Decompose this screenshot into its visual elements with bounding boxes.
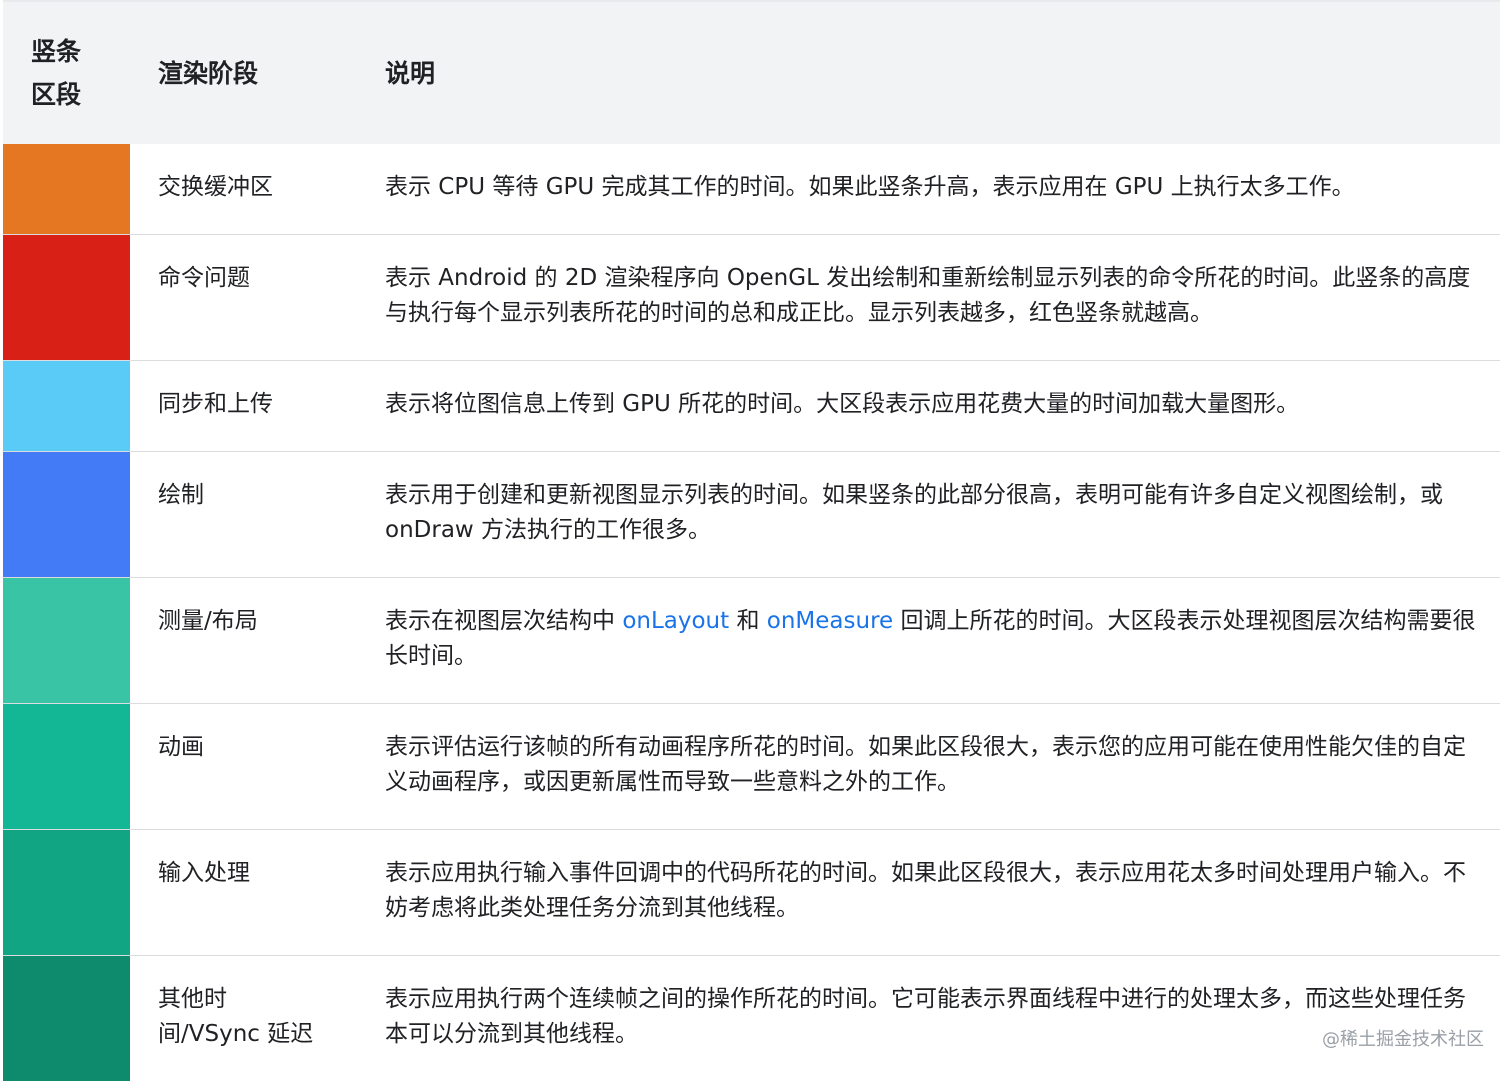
color-swatch — [3, 452, 130, 577]
watermark: @稀土掘金技术社区 — [1322, 1029, 1484, 1050]
stage-description: 表示在视图层次结构中 onLayout 和 onMeasure 回调上所花的时间… — [383, 578, 1500, 703]
stage-description: 表示将位图信息上传到 GPU 所花的时间。大区段表示应用花费大量的时间加载大量图… — [385, 391, 1300, 417]
color-swatch — [3, 830, 130, 955]
color-swatch — [3, 361, 130, 451]
stage-name: 同步和上传 — [158, 391, 273, 417]
stage-name-line1: 其他时 — [158, 986, 227, 1012]
stage-description: 表示应用执行输入事件回调中的代码所花的时间。如果此区段很大，表示应用花太多时间处… — [385, 860, 1466, 921]
table-row: 动画 表示评估运行该帧的所有动画程序所花的时间。如果此区段很大，表示您的应用可能… — [3, 704, 1500, 830]
header-bar-segment-line1: 竖条 — [31, 37, 82, 66]
header-bar-segment: 竖条 区段 — [3, 2, 130, 144]
stage-name: 其他时 间/VSync 延迟 — [130, 956, 383, 1081]
color-swatch — [3, 235, 130, 360]
table-row: 测量/布局 表示在视图层次结构中 onLayout 和 onMeasure 回调… — [3, 578, 1500, 704]
table-row: 其他时 间/VSync 延迟 表示应用执行两个连续帧之间的操作所花的时间。它可能… — [3, 956, 1500, 1081]
table-row: 同步和上传 表示将位图信息上传到 GPU 所花的时间。大区段表示应用花费大量的时… — [3, 361, 1500, 452]
color-swatch — [3, 956, 130, 1081]
stage-name: 测量/布局 — [158, 608, 258, 634]
desc-text-pre: 表示在视图层次结构中 — [385, 608, 623, 634]
table-row: 命令问题 表示 Android 的 2D 渲染程序向 OpenGL 发出绘制和重… — [3, 235, 1500, 361]
stage-description: 表示用于创建和更新视图显示列表的时间。如果竖条的此部分很高，表明可能有许多自定义… — [385, 482, 1443, 543]
onmeasure-link[interactable]: onMeasure — [767, 608, 893, 634]
table-row: 输入处理 表示应用执行输入事件回调中的代码所花的时间。如果此区段很大，表示应用花… — [3, 830, 1500, 956]
stage-name: 动画 — [158, 734, 204, 760]
color-swatch — [3, 144, 130, 234]
table-row: 交换缓冲区 表示 CPU 等待 GPU 完成其工作的时间。如果此竖条升高，表示应… — [3, 144, 1500, 235]
stage-description: 表示应用执行两个连续帧之间的操作所花的时间。它可能表示界面线程中进行的处理太多，… — [385, 986, 1466, 1047]
stage-name: 交换缓冲区 — [158, 174, 273, 200]
table-row: 绘制 表示用于创建和更新视图显示列表的时间。如果竖条的此部分很高，表明可能有许多… — [3, 452, 1500, 578]
table-header: 竖条 区段 渲染阶段 说明 — [3, 2, 1500, 144]
stage-description: 表示评估运行该帧的所有动画程序所花的时间。如果此区段很大，表示您的应用可能在使用… — [385, 734, 1466, 795]
desc-text-mid: 和 — [729, 608, 767, 634]
onlayout-link[interactable]: onLayout — [622, 608, 729, 634]
stage-name: 绘制 — [158, 482, 204, 508]
color-swatch — [3, 578, 130, 703]
header-render-stage: 渲染阶段 — [158, 58, 259, 88]
stage-description: 表示 CPU 等待 GPU 完成其工作的时间。如果此竖条升高，表示应用在 GPU… — [385, 174, 1355, 200]
render-stage-table: 竖条 区段 渲染阶段 说明 交换缓冲区 表示 CPU 等待 GPU 完成其工作的… — [3, 0, 1500, 1081]
header-description: 说明 — [385, 58, 436, 88]
stage-name: 命令问题 — [158, 265, 250, 291]
stage-description: 表示 Android 的 2D 渲染程序向 OpenGL 发出绘制和重新绘制显示… — [385, 265, 1471, 326]
stage-name-line2: 间/VSync 延迟 — [158, 1021, 314, 1047]
header-bar-segment-line2: 区段 — [31, 80, 82, 109]
stage-name: 输入处理 — [158, 860, 250, 886]
color-swatch — [3, 704, 130, 829]
